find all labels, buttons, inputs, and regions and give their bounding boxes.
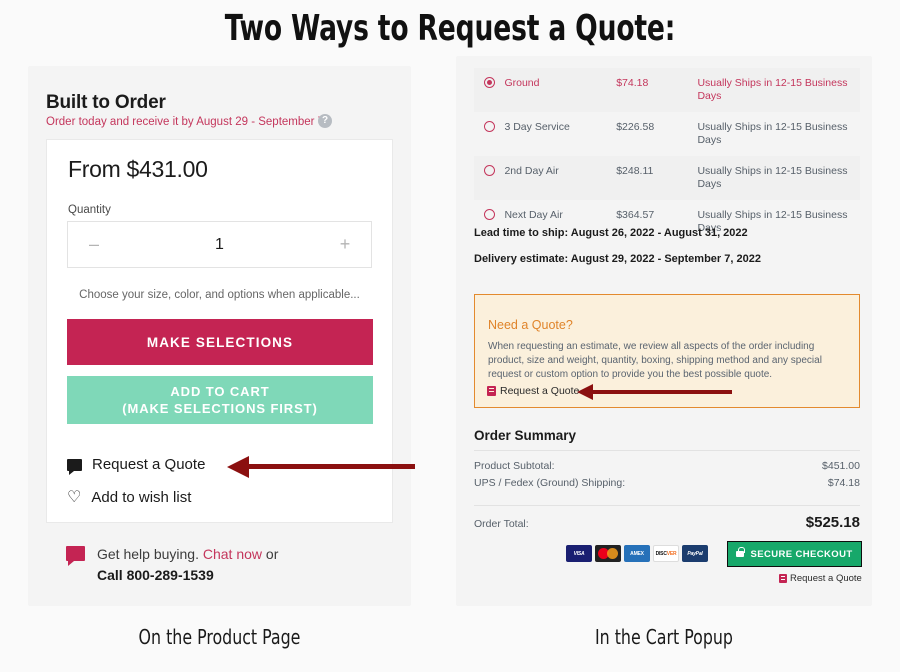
lead-time-text: Lead time to ship: August 26, 2022 - Aug…: [474, 227, 748, 239]
shipping-radio-cell[interactable]: [474, 68, 504, 112]
product-subheading: Order today and receive it by August 29 …: [46, 116, 328, 128]
make-selections-button[interactable]: MAKE SELECTIONS: [67, 319, 373, 365]
request-quote-link-cart[interactable]: Request a Quote: [779, 573, 862, 584]
shipping-option-name: Ground: [504, 77, 540, 89]
help-phone[interactable]: Call 800-289-1539: [97, 565, 278, 586]
discover-icon: DISC VER: [653, 545, 679, 562]
shipping-option-price: $74.18: [616, 77, 649, 89]
delivery-estimate-text: Delivery estimate: August 29, 2022 - Sep…: [474, 253, 761, 265]
secure-checkout-label: SECURE CHECKOUT: [750, 548, 853, 560]
request-quote-box-label: Request a Quote: [500, 385, 580, 397]
summary-divider-bottom: [474, 505, 860, 506]
summary-label-total: Order Total:: [474, 518, 529, 530]
arrow-shaft: [590, 390, 732, 394]
visa-icon: VISA: [566, 545, 592, 562]
shipping-option-eta: Usually Ships in 12-15 Business Days: [697, 121, 848, 146]
help-suffix: or: [265, 546, 279, 562]
shipping-option-row[interactable]: 3 Day Service $226.58 Usually Ships in 12-…: [474, 112, 860, 156]
request-quote-cart-label: Request a Quote: [790, 573, 862, 584]
help-buying-block: Get help buying. Chat now or Call 800-28…: [66, 544, 278, 586]
request-quote-link-product[interactable]: Request a Quote: [67, 456, 206, 475]
quantity-label: Quantity: [68, 204, 111, 216]
quantity-increment-button[interactable]: +: [319, 234, 371, 255]
summary-value-total: $525.18: [805, 514, 860, 531]
quantity-decrement-button[interactable]: –: [68, 234, 120, 255]
shipping-option-name: 2nd Day Air: [504, 165, 559, 177]
lock-icon: [736, 547, 745, 557]
shipping-option-eta: Usually Ships in 12-15 Business Days: [697, 77, 848, 102]
arrow-shaft: [245, 464, 415, 469]
page-title: Two Ways to Request a Quote:: [224, 8, 676, 49]
shipping-option-row[interactable]: 2nd Day Air $248.11 Usually Ships in 12-15…: [474, 156, 860, 200]
chat-now-link[interactable]: Chat now: [203, 546, 262, 562]
speech-bubble-icon: [67, 458, 82, 475]
summary-row-shipping: UPS / Fedex (Ground) Shipping: $74.18: [474, 477, 860, 489]
caption-cart-popup: In the Cart Popup: [594, 625, 733, 649]
request-quote-label: Request a Quote: [92, 456, 206, 473]
caption-product-page: On the Product Page: [138, 625, 301, 649]
shipping-options-table: Ground $74.18 Usually Ships in 12-15 Busin…: [474, 68, 860, 244]
add-to-cart-button[interactable]: ADD TO CART (MAKE SELECTIONS FIRST): [67, 376, 373, 424]
summary-row-subtotal: Product Subtotal: $451.00: [474, 460, 860, 472]
summary-row-total: Order Total: $525.18: [474, 514, 860, 531]
summary-value-subtotal: $451.00: [822, 460, 860, 472]
paypal-icon: PayPal: [682, 545, 708, 562]
secure-checkout-button[interactable]: SECURE CHECKOUT: [727, 541, 862, 567]
product-heading: Built to Order: [46, 92, 166, 113]
quantity-stepper[interactable]: – 1 +: [67, 221, 372, 268]
need-a-quote-body: When requesting an estimate, we review a…: [488, 341, 822, 380]
order-summary-title: Order Summary: [474, 428, 577, 443]
add-to-wishlist-link[interactable]: ♡ Add to wish list: [67, 489, 191, 506]
quote-form-icon: [487, 386, 496, 396]
request-quote-link-box[interactable]: Request a Quote: [487, 385, 579, 397]
shipping-radio-cell[interactable]: [474, 112, 504, 156]
infographic-page: Two Ways to Request a Quote: Built to Or…: [0, 0, 900, 672]
shipping-option-eta: Usually Ships in 12-15 Business Days: [697, 165, 848, 190]
add-to-cart-line2: (MAKE SELECTIONS FIRST): [122, 401, 318, 416]
radio-icon[interactable]: [484, 121, 495, 132]
annotation-arrow-product: [227, 456, 415, 478]
chat-icon[interactable]: [66, 546, 85, 566]
shipping-option-name: 3 Day Service: [504, 121, 570, 133]
options-note: Choose your size, color, and options whe…: [79, 289, 360, 301]
shipping-radio-cell[interactable]: [474, 156, 504, 200]
radio-icon[interactable]: [484, 209, 495, 220]
summary-label-shipping: UPS / Fedex (Ground) Shipping:: [474, 477, 626, 489]
help-buying-text: Get help buying. Chat now or Call 800-28…: [97, 544, 278, 586]
quote-form-icon-small: [779, 574, 787, 583]
summary-label-subtotal: Product Subtotal:: [474, 460, 555, 472]
shipping-option-price: $248.11: [616, 165, 654, 177]
need-a-quote-title: Need a Quote?: [488, 318, 573, 332]
quantity-input[interactable]: 1: [120, 236, 319, 254]
heart-icon: ♡: [67, 488, 82, 506]
radio-icon[interactable]: [484, 77, 495, 88]
summary-divider-top: [474, 450, 860, 451]
annotation-arrow-cart: [577, 384, 732, 400]
shipping-option-row[interactable]: Ground $74.18 Usually Ships in 12-15 Busin…: [474, 68, 860, 112]
product-price: From $431.00: [68, 156, 208, 182]
help-circle-icon[interactable]: ?: [318, 114, 332, 128]
add-to-cart-line1: ADD TO CART: [170, 384, 270, 399]
amex-icon: AMEX: [624, 545, 650, 562]
shipping-option-price: $226.58: [616, 121, 655, 133]
mastercard-icon: [595, 545, 621, 562]
payment-methods: VISA AMEX DISC VER PayPal: [566, 545, 708, 562]
summary-value-shipping: $74.18: [827, 477, 860, 489]
help-prefix: Get help buying.: [97, 546, 199, 562]
radio-icon[interactable]: [484, 165, 495, 176]
wishlist-label: Add to wish list: [91, 489, 192, 506]
